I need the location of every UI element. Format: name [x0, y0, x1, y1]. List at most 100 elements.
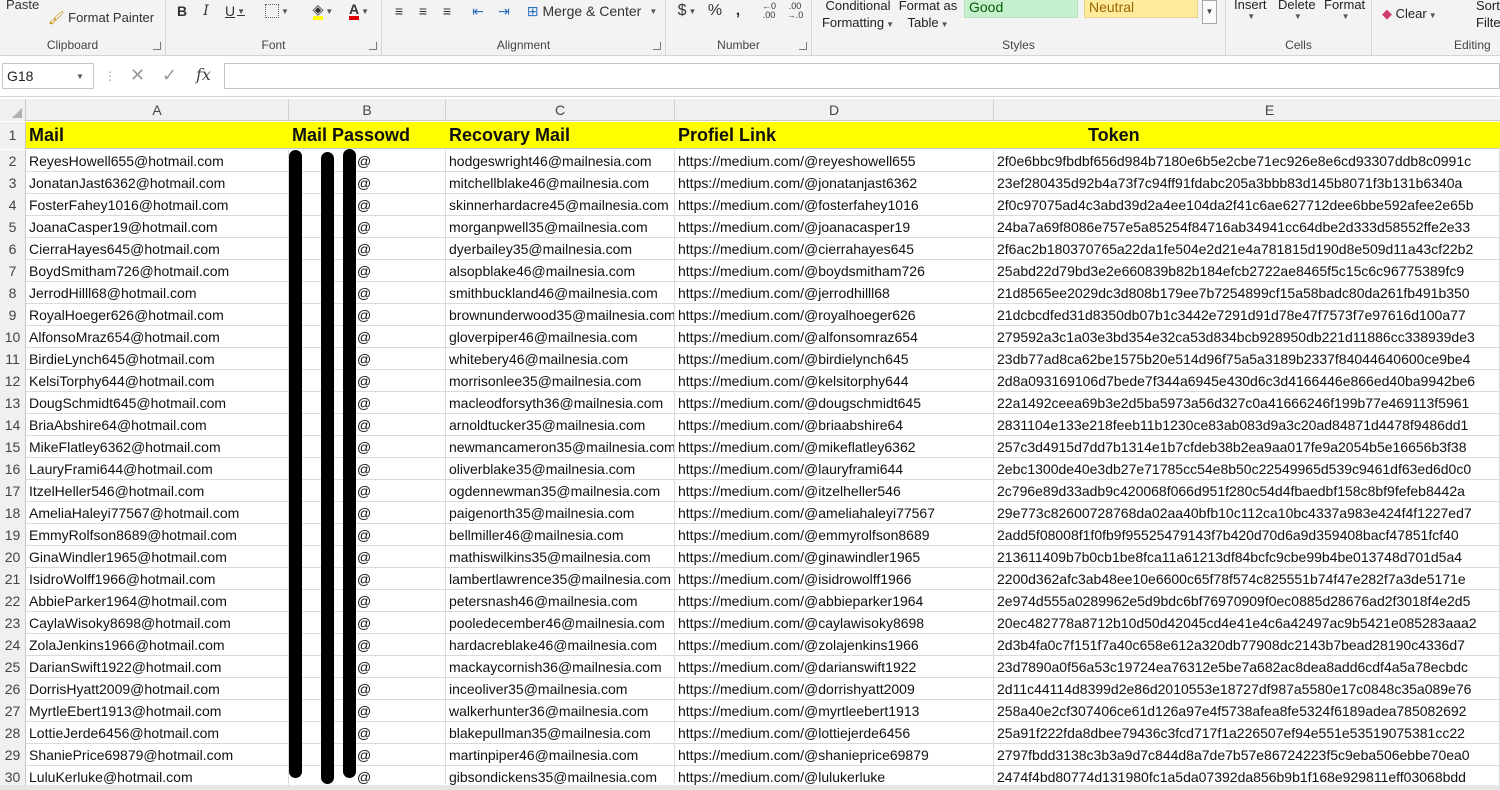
paste-button[interactable]: Paste: [6, 0, 39, 12]
mail-cell[interactable]: RoyalHoeger626@hotmail.com: [26, 304, 289, 326]
password-cell[interactable]: @: [289, 326, 446, 348]
token-cell[interactable]: 25a91f222fda8dbee79436c3fcd717f1a226507e…: [994, 722, 1500, 744]
mail-cell[interactable]: ItzelHeller546@hotmail.com: [26, 480, 289, 502]
mail-cell[interactable]: BoydSmitham726@hotmail.com: [26, 260, 289, 282]
column-header-d[interactable]: D: [675, 99, 994, 121]
bold-button[interactable]: B: [172, 0, 192, 22]
password-cell[interactable]: @: [289, 282, 446, 304]
password-cell[interactable]: @: [289, 260, 446, 282]
clipboard-launcher-icon[interactable]: [153, 42, 161, 50]
token-cell[interactable]: 2c796e89d33adb9c420068f066d951f280c54d4f…: [994, 480, 1500, 502]
header-cell-recovery[interactable]: Recovary Mail: [446, 122, 675, 149]
mail-cell[interactable]: DarianSwift1922@hotmail.com: [26, 656, 289, 678]
mail-cell[interactable]: JerrodHilll68@hotmail.com: [26, 282, 289, 304]
row-header[interactable]: 26: [0, 678, 26, 700]
recovery-mail-cell[interactable]: brownunderwood35@mailnesia.com: [446, 304, 675, 326]
mail-cell[interactable]: MyrtleEbert1913@hotmail.com: [26, 700, 289, 722]
token-cell[interactable]: 24ba7a69f8086e757e5a85254f84716ab34941cc…: [994, 216, 1500, 238]
recovery-mail-cell[interactable]: morrisonlee35@mailnesia.com: [446, 370, 675, 392]
row-header[interactable]: 19: [0, 524, 26, 546]
recovery-mail-cell[interactable]: newmancameron35@mailnesia.com: [446, 436, 675, 458]
fill-color-button[interactable]: ◈ ▼: [306, 0, 340, 22]
mail-cell[interactable]: ZolaJenkins1966@hotmail.com: [26, 634, 289, 656]
profile-link-cell[interactable]: https://medium.com/@isidrowolff1966: [675, 568, 994, 590]
recovery-mail-cell[interactable]: macleodforsyth36@mailnesia.com: [446, 392, 675, 414]
password-cell[interactable]: @: [289, 348, 446, 370]
row-header[interactable]: 13: [0, 392, 26, 414]
column-header-a[interactable]: A: [26, 99, 289, 121]
mail-cell[interactable]: EmmyRolfson8689@hotmail.com: [26, 524, 289, 546]
token-cell[interactable]: 21dcbcdfed31d8350db07b1c3442e7291d91d78e…: [994, 304, 1500, 326]
row-header[interactable]: 2: [0, 150, 26, 172]
profile-link-cell[interactable]: https://medium.com/@birdielynch645: [675, 348, 994, 370]
mail-cell[interactable]: BriaAbshire64@hotmail.com: [26, 414, 289, 436]
profile-link-cell[interactable]: https://medium.com/@dougschmidt645: [675, 392, 994, 414]
token-cell[interactable]: 23db77ad8ca62be1575b20e514d96f75a5a3189b…: [994, 348, 1500, 370]
alignment-launcher-icon[interactable]: [653, 42, 661, 50]
comma-style-button[interactable]: ,: [728, 0, 748, 22]
recovery-mail-cell[interactable]: dyerbailey35@mailnesia.com: [446, 238, 675, 260]
password-cell[interactable]: @: [289, 700, 446, 722]
row-header[interactable]: 6: [0, 238, 26, 260]
mail-cell[interactable]: GinaWindler1965@hotmail.com: [26, 546, 289, 568]
token-cell[interactable]: 257c3d4915d7dd7b1314e1b7cfdeb38b2ea9aa01…: [994, 436, 1500, 458]
cancel-icon[interactable]: ✕: [130, 65, 145, 86]
mail-cell[interactable]: MikeFlatley6362@hotmail.com: [26, 436, 289, 458]
token-cell[interactable]: 279592a3c1a03e3bd354e32ca53d834bcb928950…: [994, 326, 1500, 348]
profile-link-cell[interactable]: https://medium.com/@alfonsomraz654: [675, 326, 994, 348]
enter-icon[interactable]: ✓: [162, 65, 177, 86]
password-cell[interactable]: @: [289, 480, 446, 502]
row-header[interactable]: 22: [0, 590, 26, 612]
recovery-mail-cell[interactable]: mathiswilkins35@mailnesia.com: [446, 546, 675, 568]
profile-link-cell[interactable]: https://medium.com/@emmyrolfson8689: [675, 524, 994, 546]
row-header[interactable]: 29: [0, 744, 26, 766]
increase-indent-button[interactable]: ⇥: [492, 0, 516, 22]
recovery-mail-cell[interactable]: mackaycornish36@mailnesia.com: [446, 656, 675, 678]
mail-cell[interactable]: LottieJerde6456@hotmail.com: [26, 722, 289, 744]
profile-link-cell[interactable]: https://medium.com/@ginawindler1965: [675, 546, 994, 568]
formula-input[interactable]: [224, 63, 1500, 89]
mail-cell[interactable]: DorrisHyatt2009@hotmail.com: [26, 678, 289, 700]
password-cell[interactable]: @: [289, 150, 446, 172]
mail-cell[interactable]: BirdieLynch645@hotmail.com: [26, 348, 289, 370]
format-painter-button[interactable]: 🖌 Format Painter: [48, 10, 154, 26]
row-header[interactable]: 4: [0, 194, 26, 216]
format-as-table-button[interactable]: Format as Table ▼: [896, 0, 960, 33]
mail-cell[interactable]: KelsiTorphy644@hotmail.com: [26, 370, 289, 392]
recovery-mail-cell[interactable]: hodgeswright46@mailnesia.com: [446, 150, 675, 172]
mail-cell[interactable]: DougSchmidt645@hotmail.com: [26, 392, 289, 414]
clear-button[interactable]: ◆ Clear ▼: [1382, 6, 1437, 22]
underline-button[interactable]: U ▼: [220, 0, 250, 22]
profile-link-cell[interactable]: https://medium.com/@fosterfahey1016: [675, 194, 994, 216]
token-cell[interactable]: 25abd22d79bd3e2e660839b82b184efcb2722ae8…: [994, 260, 1500, 282]
recovery-mail-cell[interactable]: whitebery46@mailnesia.com: [446, 348, 675, 370]
profile-link-cell[interactable]: https://medium.com/@jerrodhilll68: [675, 282, 994, 304]
profile-link-cell[interactable]: https://medium.com/@myrtleebert1913: [675, 700, 994, 722]
mail-cell[interactable]: ShaniePrice69879@hotmail.com: [26, 744, 289, 766]
password-cell[interactable]: @: [289, 678, 446, 700]
password-cell[interactable]: @: [289, 612, 446, 634]
token-cell[interactable]: 2797fbdd3138c3b3a9d7c844d8a7de7b57e86724…: [994, 744, 1500, 766]
recovery-mail-cell[interactable]: ogdennewman35@mailnesia.com: [446, 480, 675, 502]
token-cell[interactable]: 2f6ac2b180370765a22da1fe504e2d21e4a78181…: [994, 238, 1500, 260]
token-cell[interactable]: 2200d362afc3ab48ee10e6600c65f78f574c8255…: [994, 568, 1500, 590]
row-header[interactable]: 1: [0, 122, 26, 149]
conditional-formatting-button[interactable]: Conditional Formatting ▼: [818, 0, 898, 33]
styles-more-button[interactable]: ▼: [1202, 0, 1217, 24]
row-header[interactable]: 9: [0, 304, 26, 326]
italic-button[interactable]: I: [196, 0, 216, 22]
token-cell[interactable]: 2d8a093169106d7bede7f344a6945e430d6c3d41…: [994, 370, 1500, 392]
recovery-mail-cell[interactable]: lambertlawrence35@mailnesia.com: [446, 568, 675, 590]
row-header[interactable]: 27: [0, 700, 26, 722]
recovery-mail-cell[interactable]: blakepullman35@mailnesia.com: [446, 722, 675, 744]
password-cell[interactable]: @: [289, 656, 446, 678]
row-header[interactable]: 10: [0, 326, 26, 348]
column-header-e[interactable]: E: [994, 99, 1500, 121]
number-launcher-icon[interactable]: [799, 42, 807, 50]
chevron-down-icon[interactable]: ▼: [76, 72, 84, 81]
profile-link-cell[interactable]: https://medium.com/@joanacasper19: [675, 216, 994, 238]
mail-cell[interactable]: IsidroWolff1966@hotmail.com: [26, 568, 289, 590]
select-all-button[interactable]: [0, 99, 26, 121]
profile-link-cell[interactable]: https://medium.com/@mikeflatley6362: [675, 436, 994, 458]
password-cell[interactable]: @: [289, 238, 446, 260]
